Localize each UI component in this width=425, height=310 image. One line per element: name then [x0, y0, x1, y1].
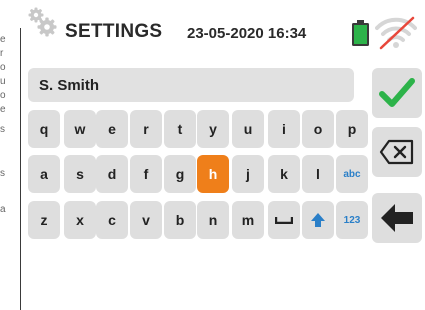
- key-r[interactable]: r: [130, 110, 162, 148]
- backspace-button[interactable]: [372, 127, 422, 177]
- battery-full-icon: [351, 20, 370, 46]
- key-t[interactable]: t: [164, 110, 196, 148]
- key-b[interactable]: b: [164, 201, 196, 239]
- key-l[interactable]: l: [302, 155, 334, 193]
- numeric-mode-key[interactable]: 123: [336, 201, 368, 239]
- key-s[interactable]: s: [64, 155, 96, 193]
- key-p[interactable]: p: [336, 110, 368, 148]
- wifi-off-icon: [375, 14, 417, 50]
- left-arrow-icon: [381, 204, 413, 232]
- shift-up-arrow-icon: [311, 213, 325, 227]
- key-k[interactable]: k: [268, 155, 300, 193]
- key-e[interactable]: e: [96, 110, 128, 148]
- key-q[interactable]: q: [28, 110, 60, 148]
- key-a[interactable]: a: [28, 155, 60, 193]
- backspace-icon: [379, 139, 414, 165]
- key-x[interactable]: x: [64, 201, 96, 239]
- key-g[interactable]: g: [164, 155, 196, 193]
- cropped-edge-text: ero uoe ssa: [0, 34, 6, 215]
- key-f[interactable]: f: [130, 155, 162, 193]
- back-button[interactable]: [372, 193, 422, 243]
- abc-mode-key[interactable]: abc: [336, 155, 368, 193]
- key-n[interactable]: n: [197, 201, 229, 239]
- space-bar-icon: [275, 217, 293, 224]
- checkmark-icon: [379, 78, 415, 107]
- key-w[interactable]: w: [64, 110, 96, 148]
- name-input-field[interactable]: [28, 68, 354, 102]
- confirm-button[interactable]: [372, 68, 422, 118]
- key-c[interactable]: c: [96, 201, 128, 239]
- panel-left-border: [20, 28, 21, 310]
- date-time-display: 23-05-2020 16:34: [187, 25, 307, 42]
- key-j[interactable]: j: [232, 155, 264, 193]
- key-v[interactable]: v: [130, 201, 162, 239]
- key-z[interactable]: z: [28, 201, 60, 239]
- shift-key[interactable]: [302, 201, 334, 239]
- key-i[interactable]: i: [268, 110, 300, 148]
- key-o[interactable]: o: [302, 110, 334, 148]
- key-u[interactable]: u: [232, 110, 264, 148]
- key-d[interactable]: d: [96, 155, 128, 193]
- gear-icon: [26, 6, 58, 38]
- name-input[interactable]: [28, 68, 354, 102]
- key-m[interactable]: m: [232, 201, 264, 239]
- page-title: SETTINGS: [65, 21, 163, 42]
- key-y[interactable]: y: [197, 110, 229, 148]
- space-key[interactable]: [268, 201, 300, 239]
- key-h-selected[interactable]: h: [197, 155, 229, 193]
